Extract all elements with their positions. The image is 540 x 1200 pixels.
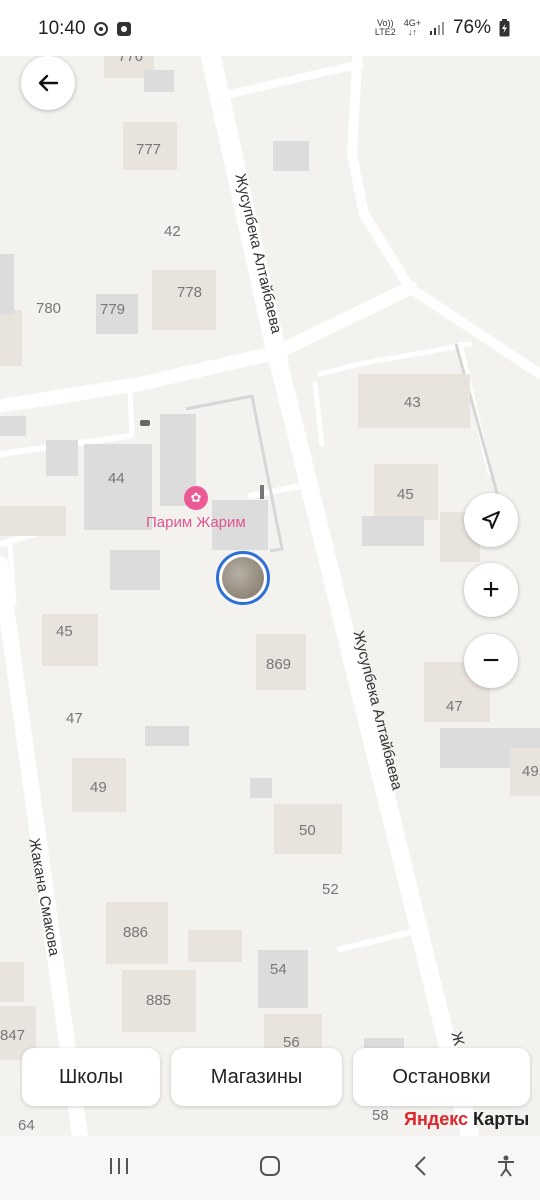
navigation-arrow-icon — [482, 511, 500, 529]
house-number: 58 — [372, 1107, 389, 1124]
my-location-button[interactable] — [464, 493, 518, 547]
house-number: 50 — [299, 822, 316, 839]
chip-shops[interactable]: Магазины — [171, 1048, 342, 1106]
battery-percent: 76% — [452, 17, 491, 38]
yandex-maps-logo: Яндекс Карты — [404, 1109, 530, 1129]
house-number: 43 — [404, 394, 421, 411]
house-number: 49 — [522, 763, 539, 780]
house-number: 45 — [397, 486, 414, 503]
data-indicator: 4G+ ↓↑ — [403, 18, 421, 37]
house-number: 52 — [322, 881, 339, 898]
status-time: 10:40 — [38, 18, 86, 39]
house-number: 886 — [123, 924, 149, 941]
accessibility-icon[interactable] — [494, 1154, 518, 1178]
home-icon[interactable] — [258, 1154, 282, 1178]
house-number: 47 — [66, 710, 83, 727]
poi-label[interactable]: Парим Жарим — [146, 514, 246, 531]
house-number: 779 — [100, 301, 126, 318]
chip-stops[interactable]: Остановки — [353, 1048, 530, 1106]
house-number: 64 — [18, 1117, 35, 1134]
battery-icon — [499, 19, 510, 37]
house-number: 54 — [270, 961, 287, 978]
map-canvas[interactable]: 776 777 42 778 779 780 44 43 45 45 869 4… — [0, 44, 540, 1136]
barrier-icon — [260, 485, 264, 499]
house-number: 42 — [164, 223, 181, 240]
status-notification-icons — [92, 18, 132, 40]
house-number: 869 — [266, 656, 292, 673]
house-number: 778 — [177, 284, 203, 301]
volte-indicator: Vo)) LTE2 — [374, 18, 396, 37]
back-button[interactable] — [21, 56, 75, 110]
app-notification-icon — [117, 22, 131, 36]
user-location-marker[interactable] — [216, 551, 270, 605]
house-number: 47 — [446, 698, 463, 715]
zoom-out-button[interactable]: − — [464, 634, 518, 688]
status-right: Vo)) LTE2 4G+ ↓↑ 76% — [375, 17, 510, 39]
arrow-left-icon — [38, 74, 59, 92]
lotus-icon[interactable]: ✿ — [184, 486, 208, 510]
house-number: 885 — [146, 992, 172, 1009]
sync-icon — [94, 22, 108, 36]
chip-schools[interactable]: Школы — [22, 1048, 160, 1106]
system-nav-bar — [0, 1136, 540, 1200]
house-number: 847 — [0, 1027, 26, 1044]
signal-icon — [429, 22, 444, 35]
avatar — [222, 557, 264, 599]
house-number: 44 — [108, 470, 125, 487]
house-number: 777 — [136, 141, 162, 158]
status-bar: 10:40 Vo)) LTE2 4G+ ↓↑ 76% — [0, 0, 540, 56]
recent-apps-icon[interactable] — [107, 1154, 131, 1178]
house-number: 49 — [90, 779, 107, 796]
house-number: 780 — [36, 300, 62, 317]
back-nav-icon[interactable] — [410, 1154, 434, 1178]
entrance-icon — [140, 420, 150, 426]
house-number: 45 — [56, 623, 73, 640]
zoom-in-button[interactable]: + — [464, 563, 518, 617]
